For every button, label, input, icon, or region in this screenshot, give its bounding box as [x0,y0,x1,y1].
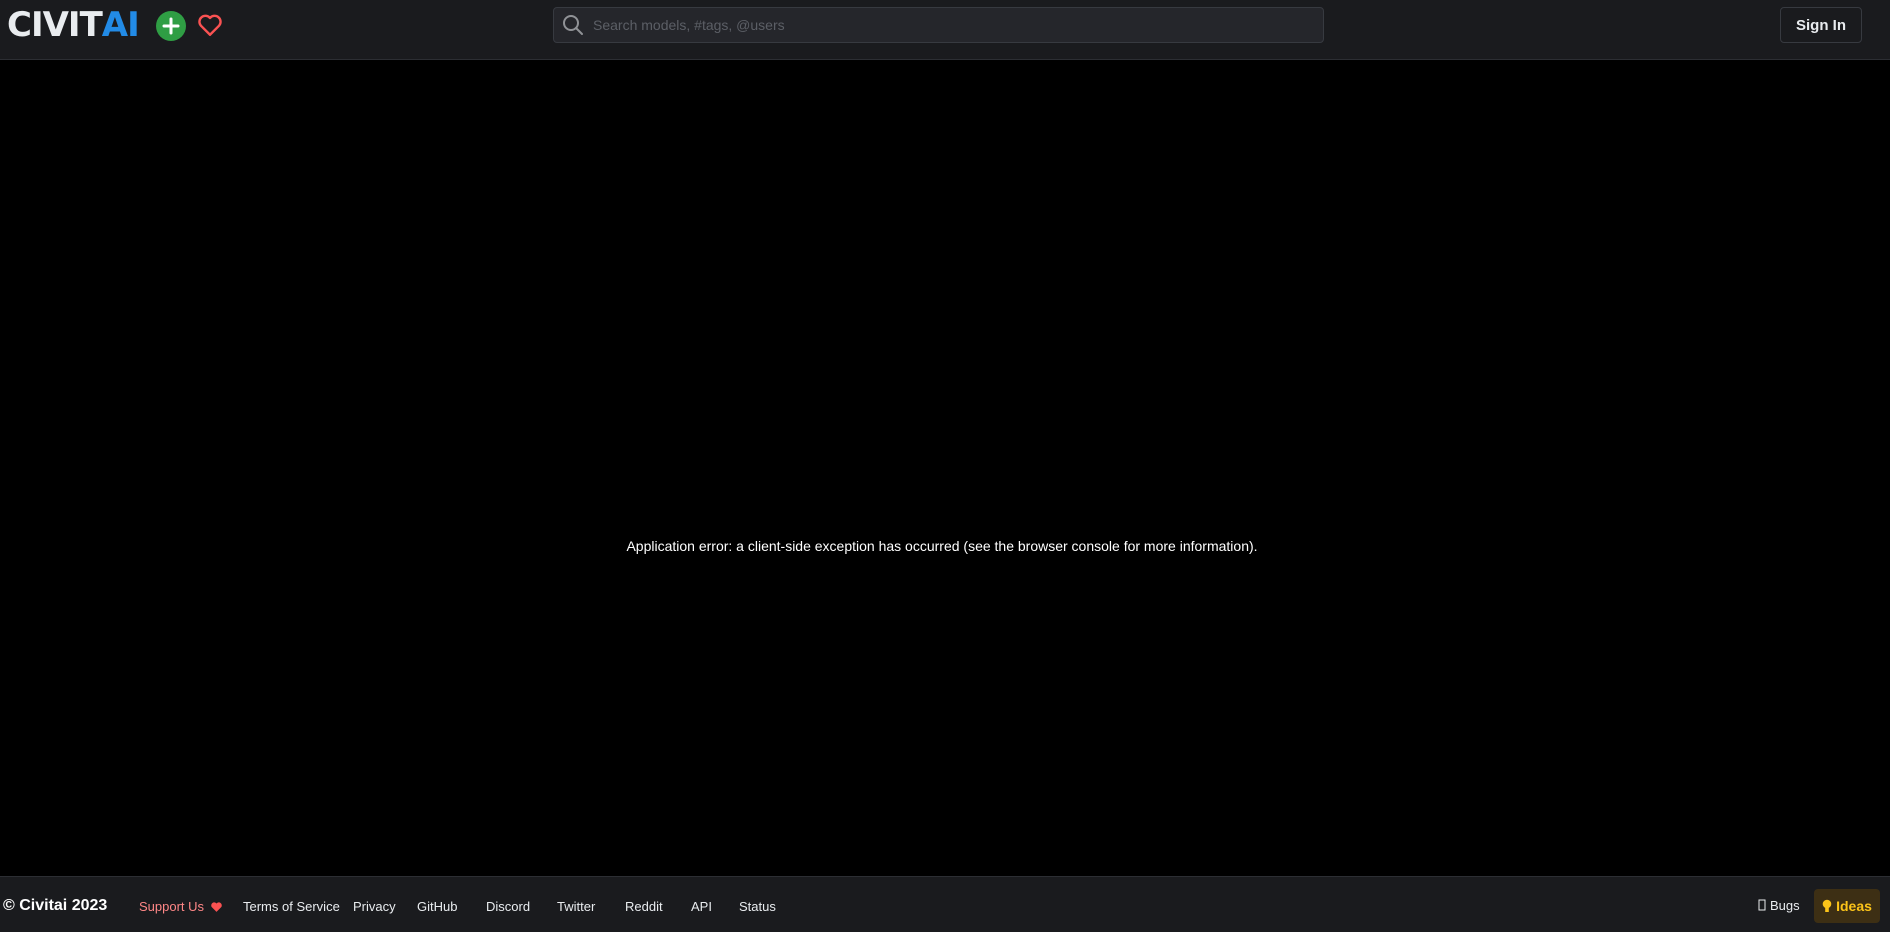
logo-text-civit: CIVIT [7,5,103,45]
footer: © Civitai 2023 Support Us Terms of Servi… [0,876,1890,932]
search-icon [562,13,586,37]
heart-icon [211,901,222,912]
search-input[interactable] [586,7,1323,43]
support-us-link[interactable]: Support Us [139,899,223,914]
application-error-message: Application error: a client-side excepti… [626,538,1258,554]
footer-link-privacy[interactable]: Privacy [353,899,396,914]
footer-link-terms[interactable]: Terms of Service [243,899,340,914]
footer-link-api[interactable]: API [691,899,712,914]
footer-link-reddit[interactable]: Reddit [625,899,663,914]
support-heart-button[interactable] [196,11,224,39]
support-us-label: Support Us [139,899,205,914]
copyright-text: © Civitai 2023 [3,897,108,914]
logo-text-ai: AI [101,5,140,45]
ideas-label: Ideas [1836,898,1872,914]
heart-icon [198,14,222,36]
upload-button[interactable] [156,11,186,41]
search-bar[interactable] [553,7,1324,43]
sign-in-button[interactable]: Sign In [1780,7,1862,43]
footer-link-discord[interactable]: Discord [486,899,530,914]
bugs-button[interactable]: Bugs [1758,891,1800,919]
footer-link-status[interactable]: Status [739,899,776,914]
bug-icon [1758,899,1766,911]
plus-icon [162,17,180,35]
ideas-button[interactable]: Ideas [1814,889,1880,923]
civitai-logo[interactable]: CIVIT AI [7,5,140,45]
header: CIVITAI Sign In [0,0,1890,60]
bulb-icon [1822,899,1832,912]
footer-link-twitter[interactable]: Twitter [557,899,595,914]
bugs-label: Bugs [1770,897,1800,913]
footer-link-github[interactable]: GitHub [417,899,457,914]
